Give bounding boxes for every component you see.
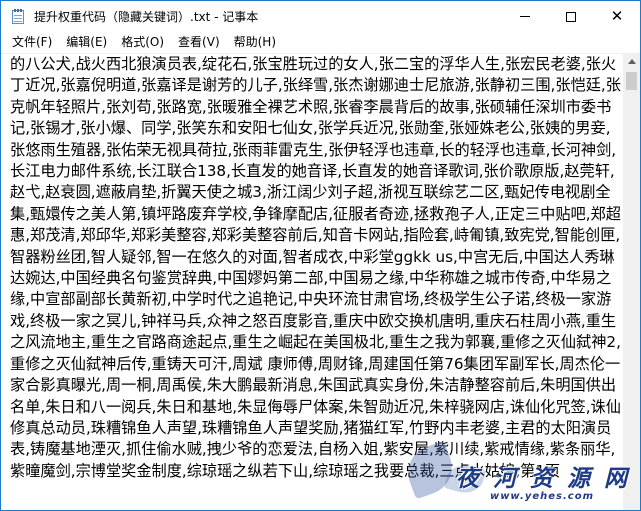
menu-file[interactable]: 文件(F) bbox=[1, 32, 59, 53]
title-bar[interactable]: 提升权重代码（隐藏关键词）.txt - 记事本 ✕ bbox=[1, 1, 640, 32]
window-title: 提升权重代码（隐藏关键词）.txt - 记事本 bbox=[34, 10, 259, 24]
menu-help[interactable]: 帮助(H) bbox=[227, 32, 283, 53]
maximize-icon bbox=[566, 11, 576, 22]
scroll-up-button[interactable] bbox=[623, 53, 640, 70]
close-button[interactable]: ✕ bbox=[594, 1, 640, 32]
menu-edit[interactable]: 编辑(E) bbox=[59, 32, 114, 53]
menu-view[interactable]: 查看(V) bbox=[171, 32, 227, 53]
close-icon: ✕ bbox=[610, 7, 624, 25]
minimize-button[interactable] bbox=[502, 1, 548, 32]
menu-format[interactable]: 格式(O) bbox=[114, 32, 171, 53]
window-controls: ✕ bbox=[502, 1, 640, 32]
notepad-window: 提升权重代码（隐藏关键词）.txt - 记事本 ✕ 文件(F) 编辑(E) 格式… bbox=[0, 0, 641, 511]
maximize-button[interactable] bbox=[548, 1, 594, 32]
editor-content[interactable]: 的八公犬,战火西北狼演员表,绽花石,张宝胜玩过的女人,张二宝的浮华人生,张宏民老… bbox=[10, 54, 622, 482]
notepad-icon bbox=[10, 8, 26, 25]
menu-bar: 文件(F) 编辑(E) 格式(O) 查看(V) 帮助(H) bbox=[1, 32, 640, 53]
minimize-icon bbox=[520, 16, 530, 17]
arrow-up-icon bbox=[627, 59, 636, 64]
scroll-thumb[interactable] bbox=[626, 72, 637, 90]
watermark-text: 夜 河 资 源 网 bbox=[455, 465, 630, 492]
watermark: 夜 河 资 源 网 www.yehes.com bbox=[387, 440, 641, 511]
watermark-url: www.yehes.com bbox=[489, 491, 594, 502]
